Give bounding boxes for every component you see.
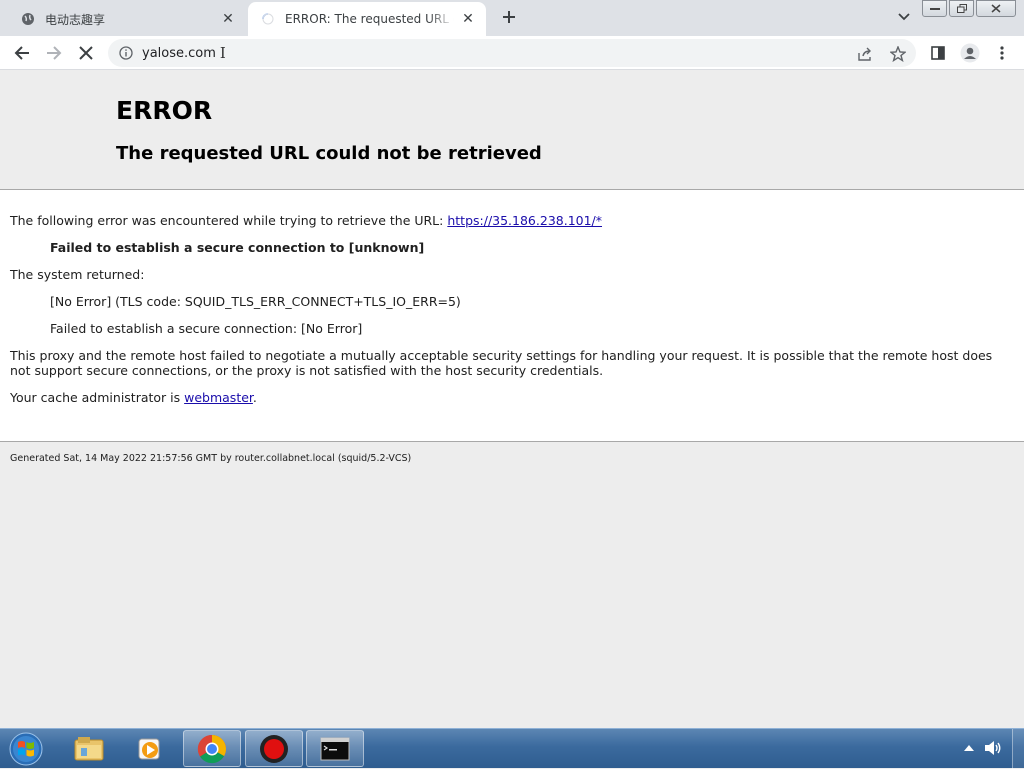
start-button[interactable] xyxy=(6,730,46,768)
command-prompt-icon xyxy=(320,737,350,760)
error-header: ERROR The requested URL could not be ret… xyxy=(0,70,1024,190)
avatar-icon xyxy=(960,43,980,63)
chrome-button[interactable] xyxy=(183,730,241,767)
admin-line: Your cache administrator is webmaster. xyxy=(10,390,257,405)
file-explorer-icon xyxy=(74,736,104,760)
system-returned-label: The system returned: xyxy=(10,267,145,282)
window-controls xyxy=(920,0,1016,17)
page-content: ERROR The requested URL could not be ret… xyxy=(0,70,1024,728)
speaker-icon xyxy=(985,741,1001,755)
page-title: ERROR xyxy=(116,96,213,125)
kebab-menu-icon xyxy=(1000,46,1004,60)
browser-toolbar: yalose.com I xyxy=(0,36,1024,70)
page-subtitle: The requested URL could not be retrieved xyxy=(116,143,542,164)
recorder-button[interactable] xyxy=(245,730,303,767)
record-icon xyxy=(260,734,288,763)
new-tab-button[interactable] xyxy=(498,6,520,28)
back-button[interactable] xyxy=(10,41,34,65)
show-desktop-button[interactable] xyxy=(1012,729,1024,769)
tray-overflow-button[interactable] xyxy=(960,739,978,757)
chrome-icon xyxy=(197,734,226,763)
tab-title: 电动志趣享 xyxy=(45,12,106,27)
command-prompt-button[interactable] xyxy=(306,730,364,767)
arrow-left-icon xyxy=(14,46,29,60)
share-button[interactable] xyxy=(856,45,876,63)
star-icon xyxy=(890,46,906,62)
generated-footer: Generated Sat, 14 May 2022 21:57:56 GMT … xyxy=(10,453,412,464)
tab-search-button[interactable] xyxy=(894,8,914,26)
tab-close-icon[interactable]: ✕ xyxy=(458,9,478,29)
address-text[interactable]: yalose.com xyxy=(142,46,216,61)
minimize-button[interactable] xyxy=(922,0,947,17)
tab-title: ERROR: The requested URL could not be re… xyxy=(285,12,454,26)
error-message: Failed to establish a secure connection … xyxy=(50,240,425,255)
media-player-icon xyxy=(138,738,160,759)
start-orb-icon xyxy=(9,732,43,766)
info-icon[interactable] xyxy=(118,45,134,61)
close-icon xyxy=(991,4,1001,13)
side-panel-icon xyxy=(931,46,945,60)
tab-close-icon[interactable]: ✕ xyxy=(218,9,238,29)
close-window-button[interactable] xyxy=(976,0,1016,17)
text-cursor-icon: I xyxy=(219,43,226,62)
bookmark-button[interactable] xyxy=(888,45,908,63)
profile-button[interactable] xyxy=(958,41,982,65)
tls-code-text: [No Error] (TLS code: SQUID_TLS_ERR_CONN… xyxy=(50,294,461,309)
stop-loading-button[interactable] xyxy=(74,41,98,65)
restore-button[interactable] xyxy=(949,0,974,17)
tab-inactive[interactable]: 电动志趣享 ✕ xyxy=(8,2,246,36)
chevron-up-icon xyxy=(964,745,974,751)
error-url-link[interactable]: https://35.186.238.101/* xyxy=(447,213,602,228)
secure-connection-error: Failed to establish a secure connection:… xyxy=(50,321,363,336)
file-explorer-button[interactable] xyxy=(60,730,118,767)
side-panel-button[interactable] xyxy=(926,41,950,65)
restore-icon xyxy=(956,4,967,13)
admin-suffix: . xyxy=(252,390,257,405)
forward-button[interactable] xyxy=(42,41,66,65)
minimize-icon xyxy=(929,7,940,10)
arrow-right-icon xyxy=(47,46,62,60)
taskbar xyxy=(0,728,1024,769)
admin-prefix: Your cache administrator is xyxy=(10,390,185,405)
explanation-text: This proxy and the remote host failed to… xyxy=(10,348,993,378)
tab-active[interactable]: ERROR: The requested URL could not be re… xyxy=(248,2,486,36)
plus-icon xyxy=(503,11,515,23)
error-body: The following error was encountered whil… xyxy=(0,190,1024,442)
menu-button[interactable] xyxy=(990,41,1014,65)
address-bar[interactable]: yalose.com I xyxy=(108,39,916,67)
intro-line: The following error was encountered whil… xyxy=(10,213,602,228)
intro-text: The following error was encountered whil… xyxy=(10,213,448,228)
volume-button[interactable] xyxy=(984,739,1002,757)
share-icon xyxy=(858,47,871,61)
chevron-down-icon xyxy=(898,13,910,21)
loading-spinner-icon xyxy=(260,11,276,27)
close-icon xyxy=(79,46,93,60)
media-player-button[interactable] xyxy=(121,730,179,767)
webmaster-link[interactable]: webmaster xyxy=(184,390,253,405)
tab-strip: 电动志趣享 ✕ ERROR: The requested URL could n… xyxy=(0,0,1024,36)
globe-icon xyxy=(20,11,36,27)
